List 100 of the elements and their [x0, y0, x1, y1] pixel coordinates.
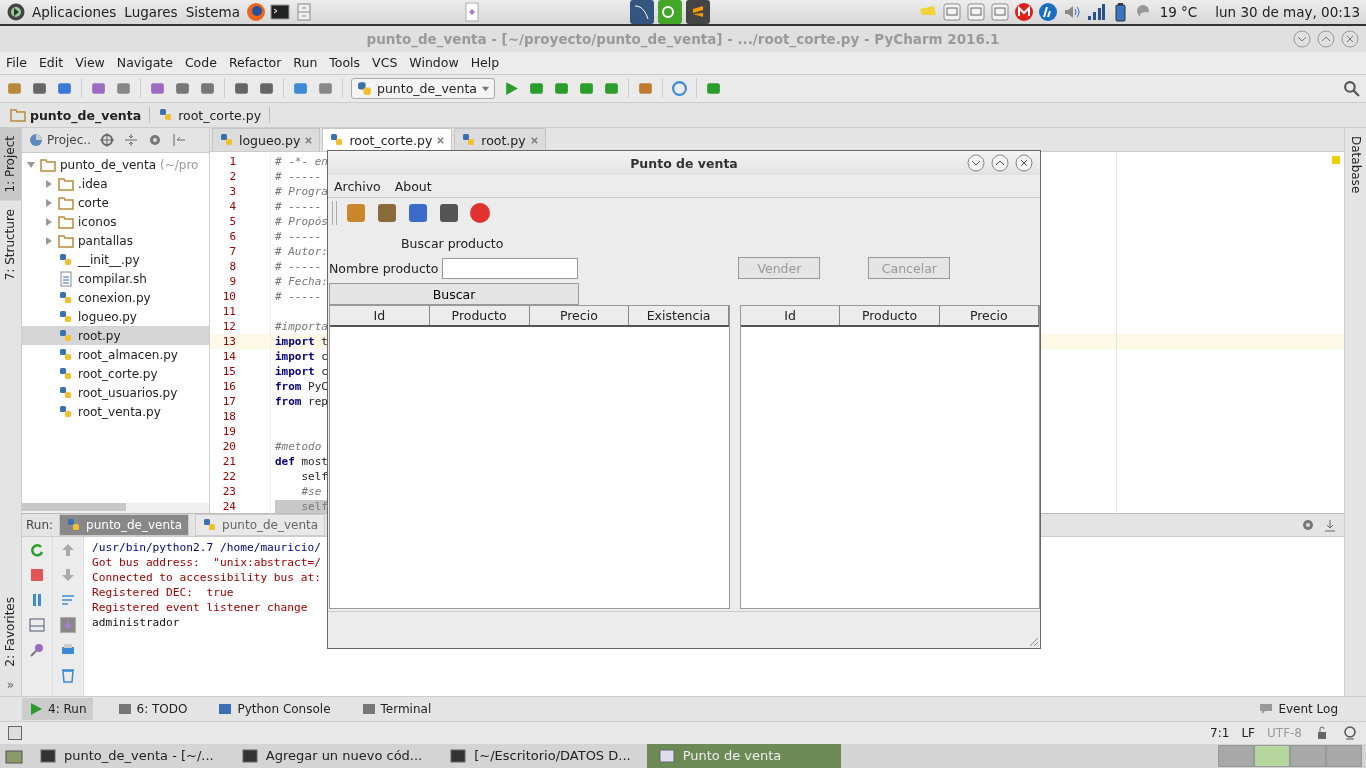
taskbar-button[interactable]: [~/Escritorio/DATOS D...: [438, 744, 643, 768]
column-header[interactable]: Precio: [529, 306, 630, 325]
caret-position[interactable]: 7:1: [1210, 726, 1230, 741]
tool-window-tab[interactable]: 1: Project: [0, 128, 21, 201]
collapsed-arrow-icon[interactable]: [44, 235, 54, 246]
collapse-icon[interactable]: [123, 132, 139, 149]
column-header[interactable]: Producto: [429, 306, 530, 325]
collapsed-arrow-icon[interactable]: [44, 178, 54, 189]
maximize-icon[interactable]: [1316, 29, 1336, 49]
collapsed-arrow-icon[interactable]: [44, 197, 54, 208]
tool-window-button[interactable]: Terminal: [354, 698, 438, 721]
panel-menu[interactable]: Sistema: [183, 4, 242, 20]
menu-item[interactable]: About: [394, 178, 432, 194]
tree-item[interactable]: root.py: [22, 326, 209, 346]
up-arrow-icon[interactable]: [60, 542, 76, 559]
panel-menu[interactable]: Lugares: [122, 4, 180, 20]
tool-window-tab[interactable]: Database: [1345, 128, 1366, 202]
collapsed-arrow-icon[interactable]: [44, 216, 54, 227]
run-tab[interactable]: punto_de_venta: [195, 514, 326, 537]
tool-window-button[interactable]: 4: Run: [22, 698, 93, 721]
window-icon[interactable]: [989, 2, 1010, 22]
trash-icon[interactable]: [60, 667, 76, 684]
window-icon[interactable]: [941, 2, 962, 22]
run-icon[interactable]: [503, 79, 521, 97]
column-header[interactable]: Producto: [840, 306, 940, 325]
editor-tab[interactable]: logueo.py: [212, 128, 321, 152]
close-icon[interactable]: [1014, 153, 1034, 173]
power-icon[interactable]: [468, 201, 492, 225]
maximize-icon[interactable]: [990, 153, 1010, 173]
close-icon[interactable]: [304, 135, 314, 145]
rerun-icon[interactable]: [29, 542, 45, 559]
down-arrow-icon[interactable]: [60, 567, 76, 584]
tree-item[interactable]: root_corte.py: [22, 364, 209, 384]
hide-icon[interactable]: [171, 132, 187, 149]
status-toggle-icon[interactable]: [8, 726, 22, 741]
minimize-icon[interactable]: [1292, 29, 1312, 49]
column-header[interactable]: Existencia: [629, 306, 729, 325]
menu-item[interactable]: VCS: [372, 55, 398, 71]
menu-item[interactable]: Window: [409, 55, 459, 71]
taskbar-button[interactable]: punto_de_venta - [~/...: [28, 744, 226, 768]
tool-window-tab[interactable]: 7: Structure: [0, 200, 21, 289]
breadcrumb[interactable]: root_corte.py: [154, 107, 271, 124]
menu-item[interactable]: Navigate: [116, 55, 173, 71]
menu-item[interactable]: Tools: [329, 55, 361, 71]
column-header[interactable]: Precio: [939, 306, 1039, 325]
pin-icon[interactable]: [29, 642, 45, 659]
more-tabs-button[interactable]: »: [6, 674, 15, 697]
clock[interactable]: lun 30 de may, 00:13: [1215, 4, 1360, 20]
tree-item[interactable]: punto_de_venta (~/pro: [22, 155, 209, 175]
sublime-icon[interactable]: [685, 0, 710, 24]
terminal-icon[interactable]: [270, 2, 290, 22]
cloud-m-icon[interactable]: [1013, 2, 1034, 22]
printer-logo-icon[interactable]: [1037, 2, 1058, 22]
close-icon[interactable]: [529, 135, 539, 145]
menu-item[interactable]: View: [75, 55, 105, 71]
menu-item[interactable]: Run: [293, 55, 318, 71]
menu-item[interactable]: Help: [470, 55, 500, 71]
event-log-button[interactable]: Event Log: [1252, 698, 1344, 721]
tree-item[interactable]: compilar.sh: [22, 269, 209, 289]
tree-item[interactable]: conexion.py: [22, 288, 209, 308]
menu-item[interactable]: Edit: [38, 55, 64, 71]
run-config-dropdown[interactable]: punto_de_venta: [351, 77, 496, 99]
editor-tab[interactable]: root_corte.py: [322, 128, 453, 152]
tree-item[interactable]: logueo.py: [22, 307, 209, 327]
hide-icon[interactable]: [1322, 517, 1338, 534]
tree-item[interactable]: iconos: [22, 212, 209, 232]
expanded-arrow-icon[interactable]: [26, 159, 36, 170]
stop-icon[interactable]: [29, 567, 45, 584]
editor-tab[interactable]: root.py: [454, 128, 546, 152]
tool-window-tab[interactable]: 2: Favorites: [0, 588, 21, 675]
line-separator[interactable]: LF: [1241, 726, 1255, 741]
run-tab[interactable]: punto_de_venta: [59, 514, 190, 537]
breadcrumb[interactable]: punto_de_venta: [6, 107, 151, 124]
signal-icon[interactable]: [1085, 2, 1106, 22]
taskbar-button[interactable]: Agregar un nuevo cód...: [229, 744, 435, 768]
resize-grip-icon[interactable]: [1029, 637, 1039, 647]
window-icon[interactable]: [965, 2, 986, 22]
tree-item[interactable]: root_venta.py: [22, 402, 209, 422]
target-icon[interactable]: [99, 132, 115, 149]
tree-item[interactable]: __init__.py: [22, 250, 209, 270]
tree-item[interactable]: .idea: [22, 174, 209, 194]
close-icon[interactable]: [436, 135, 446, 145]
minimize-icon[interactable]: [966, 153, 986, 173]
tool-window-button[interactable]: Python Console: [211, 698, 337, 721]
column-header[interactable]: Id: [330, 306, 430, 325]
inspector-icon[interactable]: [1342, 725, 1358, 742]
input-field[interactable]: [442, 257, 579, 279]
menu-item[interactable]: Code: [184, 55, 217, 71]
search-button[interactable]: Buscar: [329, 283, 579, 305]
layout-icon[interactable]: [29, 617, 45, 634]
panel-menu[interactable]: Aplicaciones: [30, 4, 119, 20]
tree-item[interactable]: root_usuarios.py: [22, 383, 209, 403]
browser-icon[interactable]: [246, 2, 266, 22]
column-header[interactable]: Id: [741, 306, 841, 325]
tree-item[interactable]: root_almacen.py: [22, 345, 209, 365]
scroll-end-icon[interactable]: [60, 617, 76, 634]
menu-item[interactable]: File: [6, 55, 27, 71]
menu-item[interactable]: Archivo: [334, 178, 381, 194]
tool-window-button[interactable]: 6: TODO: [110, 698, 194, 721]
workspace-switcher[interactable]: [1218, 745, 1362, 767]
